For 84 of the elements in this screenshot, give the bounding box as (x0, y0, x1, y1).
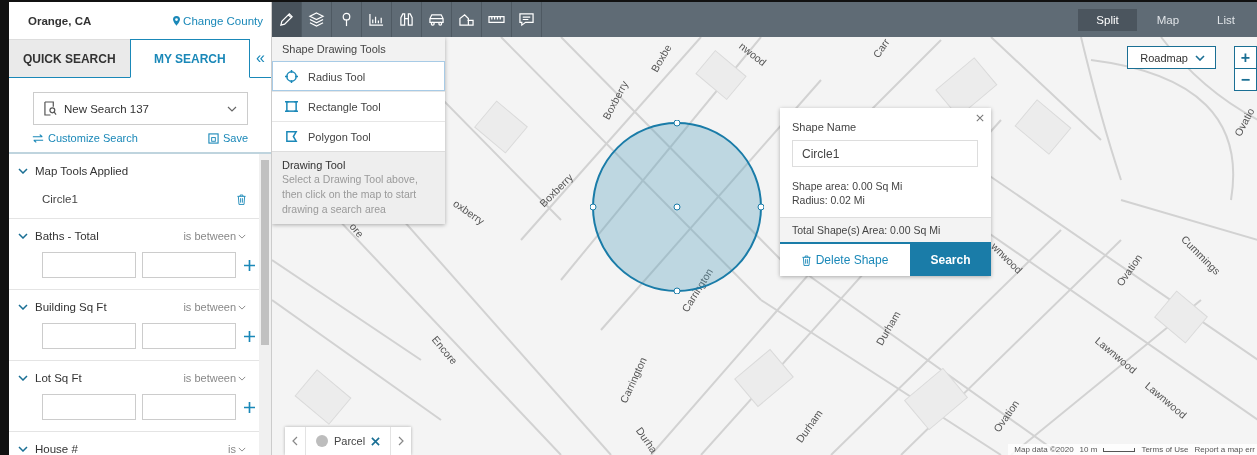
saved-search-select[interactable]: New Search 137 (33, 92, 248, 125)
chevron-down-icon (238, 375, 246, 381)
shape-name-input[interactable]: Circle1 (792, 140, 978, 167)
chevron-down-icon (238, 233, 246, 239)
chevron-down-icon (227, 105, 237, 112)
view-tab[interactable]: Split (1078, 8, 1137, 31)
chevron-icon[interactable] (18, 304, 28, 310)
hint-title: Drawing Tool (282, 159, 347, 171)
filter-label: House # (35, 443, 79, 455)
min-input[interactable] (42, 394, 136, 420)
filter-label: Building Sq Ft (35, 301, 108, 313)
view-tab[interactable]: List (1199, 8, 1253, 31)
map-type-select[interactable]: Roadmap (1127, 46, 1216, 69)
zoom-out-button[interactable]: − (1234, 68, 1257, 91)
save-icon (207, 132, 219, 144)
drawing-tool-item[interactable]: Rectangle Tool (272, 91, 445, 121)
hint-text: Select a Drawing Tool above, then click on the map to start drawing a search area (282, 172, 419, 217)
drawing-tool-item[interactable]: Radius Tool (272, 61, 445, 91)
add-icon[interactable] (244, 330, 255, 342)
layer-dot-icon (316, 435, 328, 447)
max-input[interactable] (142, 323, 236, 349)
max-input[interactable] (142, 252, 236, 278)
chevron-icon[interactable] (18, 168, 28, 174)
chevron-down-icon (238, 304, 246, 310)
chevron-icon[interactable] (18, 446, 28, 452)
min-input[interactable] (42, 323, 136, 349)
comment-icon (518, 12, 535, 27)
operator-select[interactable]: is between (183, 230, 259, 242)
add-icon[interactable] (244, 259, 255, 271)
shape-name-label: Shape Name (792, 121, 858, 133)
car-icon (428, 12, 445, 27)
chart-icon (368, 12, 385, 27)
filter-label: Baths - Total (35, 230, 100, 242)
total-area-text: Total Shape(s) Area: 0.00 Sq Mi (780, 217, 991, 244)
street-label: ore (347, 220, 367, 240)
swap-arrows-icon (32, 133, 44, 143)
location-label: Orange, CA (28, 14, 92, 27)
remove-icon[interactable] (371, 436, 381, 446)
min-input[interactable] (42, 252, 136, 278)
scale-bar (1103, 447, 1136, 452)
radius-text: Radius: 0.02 Mi (792, 193, 866, 207)
filter-label: Map Tools Applied (35, 165, 130, 177)
map-footer-text[interactable]: Terms of Use (1141, 445, 1189, 454)
search-tab[interactable]: QUICK SEARCH (9, 39, 130, 77)
shape-area-text: Shape area: 0.00 Sq Mi (792, 179, 904, 193)
add-icon[interactable] (244, 401, 255, 413)
trash-icon[interactable] (237, 193, 246, 205)
search-button[interactable]: Search (910, 244, 991, 276)
radius-tool-icon (285, 70, 298, 83)
chevron-down-icon (238, 446, 246, 452)
view-tab[interactable]: Map (1138, 8, 1198, 31)
trash-icon (801, 254, 811, 266)
operator-select[interactable]: is between (183, 301, 259, 313)
shapes-icon (458, 12, 475, 27)
filter-label: Lot Sq Ft (35, 372, 83, 384)
chevron-down-icon (1195, 54, 1205, 61)
pencil-tool-button[interactable] (272, 2, 302, 37)
save-link[interactable]: Save (207, 132, 248, 144)
chevron-icon[interactable] (18, 233, 28, 239)
map-footer-text[interactable]: Report a map err (1194, 445, 1255, 454)
map-pin-icon (173, 15, 181, 26)
menu-title: Shape Drawing Tools (272, 37, 445, 61)
operator-select[interactable]: is between (183, 372, 259, 384)
drawing-tool-item[interactable]: Polygon Tool (272, 121, 445, 151)
operator-select[interactable]: is (228, 443, 259, 455)
search-document-icon (44, 101, 57, 116)
delete-shape-button[interactable]: Delete Shape (780, 244, 910, 276)
close-icon[interactable] (976, 114, 984, 122)
binoculars-icon (398, 12, 415, 27)
max-input[interactable] (142, 394, 236, 420)
map-footer-text: Map data ©2020 (1014, 445, 1074, 454)
polygon-tool-icon (285, 130, 298, 143)
chevron-icon[interactable] (18, 375, 28, 381)
scale-label: 10 m (1079, 445, 1098, 454)
scrollbar[interactable] (259, 154, 271, 455)
search-tab[interactable]: MY SEARCH (129, 39, 251, 78)
layers-icon (308, 12, 325, 27)
pencil-icon (278, 12, 295, 27)
applied-shape-name: Circle1 (42, 193, 78, 205)
customize-search-link[interactable]: Customize Search (32, 132, 138, 144)
rectangle-tool-icon (285, 100, 298, 113)
layer-label: Parcel (334, 435, 366, 447)
zoom-in-button[interactable]: + (1234, 46, 1257, 69)
change-county-link[interactable]: Change County (173, 14, 263, 27)
